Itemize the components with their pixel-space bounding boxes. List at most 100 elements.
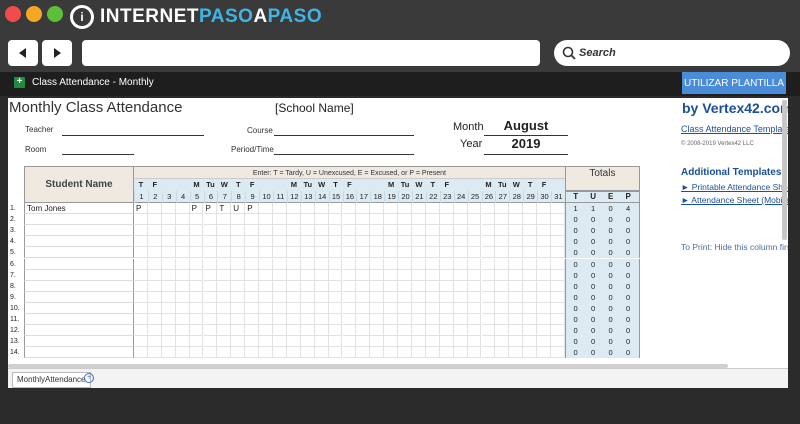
attendance-cell[interactable] [286, 269, 301, 281]
attendance-cell[interactable] [398, 247, 412, 259]
attendance-cell[interactable] [286, 203, 301, 215]
attendance-cell[interactable] [161, 280, 176, 292]
attendance-cell[interactable] [217, 214, 232, 226]
attendance-cell[interactable] [314, 214, 329, 226]
attendance-cell[interactable] [328, 347, 343, 359]
attendance-cell[interactable] [245, 280, 260, 292]
attendance-cell[interactable] [300, 258, 315, 270]
attendance-cell[interactable] [300, 347, 315, 359]
attendance-cell[interactable] [314, 314, 329, 326]
attendance-cell[interactable] [147, 258, 162, 270]
attendance-cell[interactable] [495, 214, 510, 226]
attendance-template-link[interactable]: Class Attendance Template [681, 124, 788, 134]
attendance-cell[interactable] [412, 314, 426, 326]
attendance-cell[interactable] [509, 236, 524, 248]
attendance-cell[interactable] [398, 347, 412, 359]
attendance-cell[interactable] [551, 336, 565, 348]
student-name-cell[interactable] [24, 258, 134, 270]
attendance-cell[interactable] [356, 269, 371, 281]
attendance-cell[interactable] [217, 258, 232, 270]
attendance-cell[interactable] [523, 291, 538, 303]
attendance-cell[interactable] [467, 280, 482, 292]
attendance-cell[interactable] [467, 258, 482, 270]
attendance-cell[interactable] [384, 302, 399, 314]
attendance-cell[interactable] [273, 325, 287, 337]
attendance-cell[interactable] [495, 325, 510, 337]
attendance-cell[interactable] [259, 280, 273, 292]
attendance-cell[interactable] [425, 258, 440, 270]
attendance-cell[interactable] [217, 336, 232, 348]
attendance-cell[interactable] [245, 314, 260, 326]
attendance-cell[interactable] [509, 291, 524, 303]
attendance-cell[interactable] [231, 336, 246, 348]
attendance-cell[interactable] [161, 247, 176, 259]
attendance-cell[interactable] [245, 225, 260, 237]
mobile-sheet-link[interactable]: ► Attendance Sheet (Mobile) [681, 195, 788, 205]
attendance-cell[interactable] [245, 214, 260, 226]
attendance-cell[interactable] [523, 269, 538, 281]
period-field[interactable] [274, 154, 414, 155]
student-name-cell[interactable] [24, 347, 134, 359]
attendance-cell[interactable] [384, 258, 399, 270]
attendance-cell[interactable] [189, 247, 204, 259]
attendance-cell[interactable] [328, 225, 343, 237]
attendance-cell[interactable] [439, 269, 454, 281]
attendance-cell[interactable] [523, 336, 538, 348]
attendance-cell[interactable] [356, 302, 371, 314]
attendance-cell[interactable] [328, 291, 343, 303]
attendance-cell[interactable] [370, 247, 385, 259]
attendance-cell[interactable] [370, 291, 385, 303]
attendance-cell[interactable] [175, 225, 190, 237]
attendance-cell[interactable] [286, 291, 301, 303]
attendance-cell[interactable] [453, 225, 468, 237]
attendance-cell[interactable] [245, 291, 260, 303]
attendance-cell[interactable] [217, 269, 232, 281]
attendance-cell[interactable] [356, 214, 371, 226]
attendance-cell[interactable] [509, 203, 524, 215]
student-name-cell[interactable] [24, 280, 134, 292]
attendance-cell[interactable] [509, 325, 524, 337]
attendance-cell[interactable] [425, 291, 440, 303]
attendance-cell[interactable] [300, 247, 315, 259]
attendance-cell[interactable] [175, 247, 190, 259]
attendance-cell[interactable] [467, 225, 482, 237]
attendance-cell[interactable] [134, 258, 148, 270]
attendance-cell[interactable] [467, 347, 482, 359]
attendance-cell[interactable] [328, 314, 343, 326]
attendance-cell[interactable] [439, 280, 454, 292]
attendance-cell[interactable] [175, 280, 190, 292]
attendance-cell[interactable] [551, 347, 565, 359]
attendance-cell[interactable] [551, 314, 565, 326]
maximize-window-icon[interactable] [47, 6, 63, 22]
attendance-cell[interactable] [467, 336, 482, 348]
attendance-cell[interactable] [551, 247, 565, 259]
student-name-cell[interactable] [24, 302, 134, 314]
attendance-cell[interactable] [495, 291, 510, 303]
attendance-cell[interactable] [231, 291, 246, 303]
attendance-cell[interactable] [467, 325, 482, 337]
attendance-cell[interactable] [439, 203, 454, 215]
attendance-cell[interactable] [384, 314, 399, 326]
attendance-cell[interactable] [370, 225, 385, 237]
attendance-cell[interactable] [314, 225, 329, 237]
attendance-cell[interactable] [356, 247, 371, 259]
attendance-cell[interactable] [189, 236, 204, 248]
attendance-cell[interactable] [398, 203, 412, 215]
attendance-cell[interactable] [328, 214, 343, 226]
attendance-cell[interactable] [342, 258, 357, 270]
attendance-cell[interactable] [551, 269, 565, 281]
attendance-cell[interactable] [342, 203, 357, 215]
attendance-cell[interactable] [495, 280, 510, 292]
attendance-cell[interactable] [161, 314, 176, 326]
attendance-cell[interactable] [259, 314, 273, 326]
attendance-cell[interactable] [134, 325, 148, 337]
student-name-cell[interactable] [24, 269, 134, 281]
attendance-cell[interactable] [495, 247, 510, 259]
attendance-cell[interactable] [453, 203, 468, 215]
attendance-cell[interactable] [245, 247, 260, 259]
attendance-cell[interactable] [495, 302, 510, 314]
attendance-cell[interactable] [203, 325, 218, 337]
attendance-cell[interactable] [370, 236, 385, 248]
attendance-cell[interactable] [523, 214, 538, 226]
attendance-cell[interactable] [467, 314, 482, 326]
